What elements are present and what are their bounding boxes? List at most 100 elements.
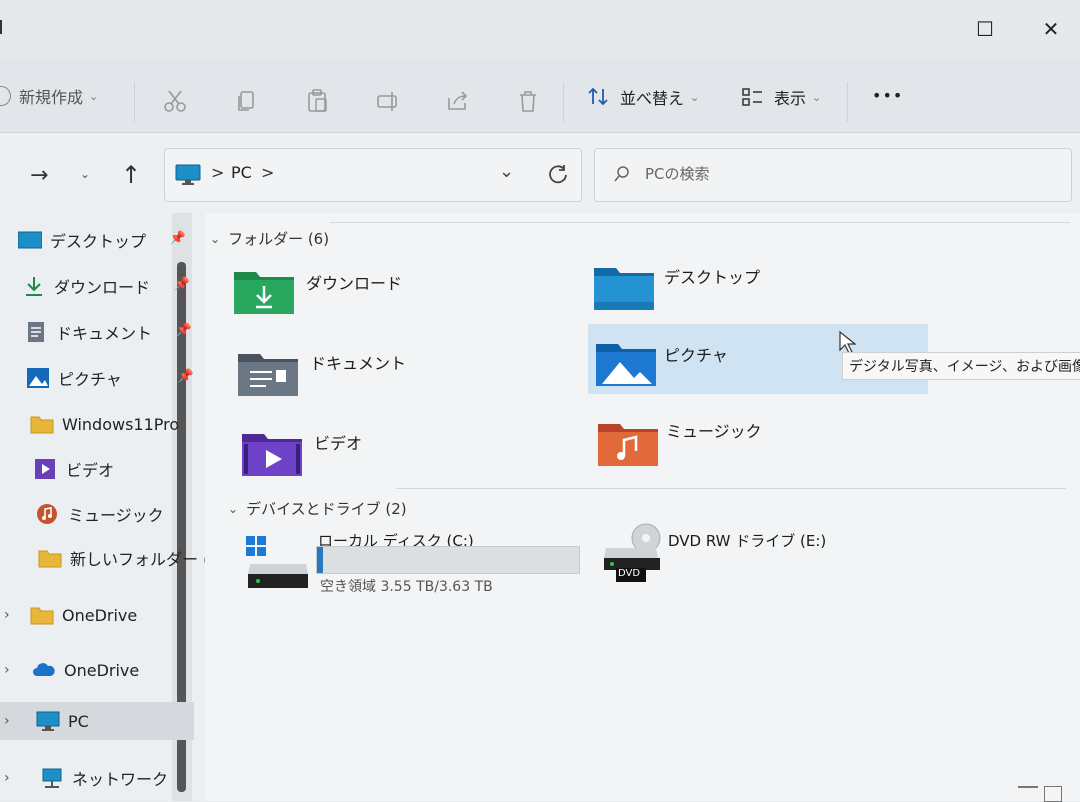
rename-button[interactable] [373, 86, 403, 116]
folders-section-header[interactable]: ⌄ フォルダー (6) [210, 228, 329, 249]
view-button[interactable]: 表示 ⌄ [740, 84, 821, 110]
pin-icon: 📌 [173, 277, 190, 292]
sort-label: 並べ替え [620, 89, 685, 108]
nav-item-videos[interactable]: ビデオ [0, 449, 224, 489]
drives-section-header[interactable]: ⌄ デバイスとドライブ (2) [228, 498, 407, 519]
up-arrow-icon[interactable]: ↑ [121, 161, 141, 189]
toolbar-divider [134, 82, 135, 122]
forward-arrow-icon[interactable]: → [30, 163, 48, 188]
drive-free-space: 空き領域 3.55 TB/3.63 TB [320, 579, 493, 595]
documents-folder-icon [238, 354, 298, 396]
folder-tile-desktop[interactable]: デスクトップ [588, 254, 928, 326]
nav-item-music[interactable]: ミュージック [0, 494, 226, 534]
address-bar[interactable]: > PC > ⌄ [164, 148, 582, 202]
copy-button[interactable] [231, 86, 261, 116]
nav-item-new-folder[interactable]: 新しいフォルダー ( [0, 538, 228, 578]
recent-chevron-icon[interactable]: ⌄ [80, 167, 90, 181]
section-divider [396, 488, 1066, 489]
breadcrumb-separator[interactable]: > [261, 163, 274, 182]
new-icon [0, 86, 11, 106]
cut-icon [164, 90, 186, 112]
nav-item-pictures[interactable]: ピクチャ 📌 [0, 358, 216, 398]
pc-icon [36, 711, 60, 731]
nav-item-label: ビデオ [66, 461, 115, 480]
close-icon: ✕ [1042, 17, 1060, 41]
drive-tile-c[interactable]: ローカル ディスク (C:) 空き領域 3.55 TB/3.63 TB [242, 526, 592, 604]
expand-chevron-icon[interactable]: › [4, 607, 10, 623]
drives-section-title: デバイスとドライブ (2) [246, 500, 407, 518]
nav-item-label: ダウンロード [54, 278, 151, 297]
document-icon [28, 322, 44, 342]
nav-item-downloads[interactable]: ダウンロード 📌 [0, 266, 212, 306]
folder-tile-music[interactable]: ミュージック [588, 408, 928, 480]
collapse-chevron-icon: ⌄ [228, 501, 239, 516]
maximize-button[interactable]: ☐ [968, 12, 1002, 46]
download-folder-icon [234, 272, 294, 314]
nav-item-label: デスクトップ [50, 232, 147, 251]
more-options-button[interactable]: ••• [872, 86, 903, 105]
drive-usage-bar [316, 546, 580, 574]
sort-icon [588, 87, 608, 106]
nav-item-onedrive[interactable]: › OneDrive [0, 650, 222, 690]
nav-item-desktop[interactable]: デスクトップ 📌 [0, 220, 208, 260]
paste-button[interactable] [302, 86, 332, 116]
paste-icon [308, 89, 327, 112]
music-icon [37, 504, 57, 524]
nav-item-label: 新しいフォルダー ( [70, 550, 210, 569]
sort-button[interactable]: 並べ替え ⌄ [586, 84, 699, 110]
nav-item-label: PC [68, 711, 89, 731]
search-placeholder: PCの検索 [645, 165, 710, 183]
nav-item-windows11pro[interactable]: Windows11Pro [0, 404, 220, 444]
nav-item-network[interactable]: › ネットワーク [0, 758, 230, 798]
pictures-icon [27, 368, 49, 388]
folder-label: ドキュメント [310, 354, 407, 373]
toolbar-divider [847, 82, 848, 122]
expand-chevron-icon[interactable]: › [4, 770, 10, 786]
details-view-icon[interactable] [1018, 786, 1038, 802]
music-folder-icon [598, 424, 658, 466]
folder-label: ビデオ [314, 434, 363, 453]
pin-icon: 📌 [169, 231, 186, 246]
tiles-view-icon[interactable] [1044, 786, 1062, 802]
address-row: → ⌄ ↑ > PC > ⌄ PCの検索 [0, 133, 1080, 213]
nav-item-label: OneDrive [64, 660, 140, 680]
expand-chevron-icon[interactable]: › [4, 662, 10, 678]
nav-item-pc[interactable]: › PC [0, 702, 194, 740]
pictures-folder-icon [596, 344, 656, 386]
folder-label: ピクチャ [664, 346, 728, 365]
section-divider [330, 222, 1070, 223]
cut-button[interactable] [160, 86, 190, 116]
breadcrumb-separator: > [211, 163, 225, 182]
breadcrumb-pc[interactable]: PC [231, 163, 252, 182]
chevron-down-icon: ⌄ [89, 89, 99, 103]
nav-item-label: OneDrive [62, 605, 138, 625]
drive-label: DVD RW ドライブ (E:) [668, 532, 827, 550]
search-box[interactable]: PCの検索 [594, 148, 1072, 202]
chevron-down-icon: ⌄ [812, 90, 822, 104]
folder-tile-documents[interactable]: ドキュメント [226, 338, 566, 410]
share-button[interactable] [443, 86, 473, 116]
new-button[interactable]: 新規作成 ⌄ [0, 84, 98, 108]
view-icon [742, 88, 762, 106]
nav-item-documents[interactable]: ドキュメント 📌 [0, 312, 214, 352]
expand-chevron-icon[interactable]: › [4, 713, 10, 729]
nav-item-label: ドキュメント [56, 324, 153, 343]
trash-icon [520, 91, 536, 112]
folder-label: デスクトップ [664, 268, 761, 287]
folder-tooltip: デジタル写真、イメージ、および画像フ [842, 352, 1080, 380]
new-label: 新規作成 [19, 88, 84, 107]
delete-button[interactable] [513, 86, 543, 116]
close-button[interactable]: ✕ [1034, 12, 1068, 46]
refresh-icon[interactable] [547, 164, 569, 186]
address-dropdown-icon[interactable]: ⌄ [499, 161, 514, 182]
toolbar-divider [563, 82, 564, 122]
drive-tile-e[interactable]: DVD DVD RW ドライブ (E:) [596, 520, 896, 590]
folder-tile-downloads[interactable]: ダウンロード [226, 258, 566, 330]
folder-icon [30, 607, 54, 625]
local-disk-icon [246, 536, 308, 588]
pin-icon: 📌 [175, 323, 192, 338]
folder-tile-videos[interactable]: ビデオ [226, 418, 566, 490]
cloud-icon [33, 663, 55, 676]
view-label: 表示 [774, 89, 807, 108]
nav-item-onedrive-folder[interactable]: › OneDrive [0, 595, 220, 635]
